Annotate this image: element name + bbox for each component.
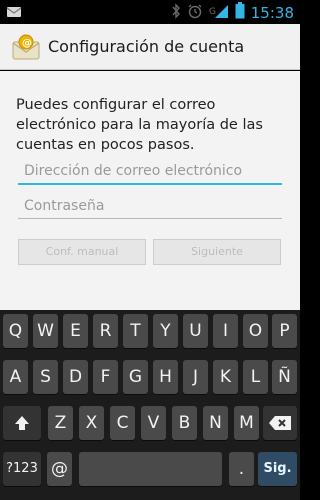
soft-keyboard: Q W E R T Y U I O P A S D F G H J K L Ñ …	[0, 310, 300, 500]
key-l[interactable]: L	[243, 360, 268, 394]
svg-text:G: G	[209, 7, 216, 17]
key-g[interactable]: G	[123, 360, 148, 394]
key-e[interactable]: E	[63, 314, 88, 348]
key-d[interactable]: D	[63, 360, 88, 394]
key-r[interactable]: R	[93, 314, 118, 348]
key-f[interactable]: F	[93, 360, 118, 394]
battery-icon	[235, 2, 245, 23]
key-m[interactable]: M	[234, 406, 259, 440]
signal-g-icon: G	[209, 3, 229, 23]
action-bar: @ Configuración de cuenta	[0, 24, 300, 70]
shift-key[interactable]	[3, 406, 41, 440]
key-u[interactable]: U	[183, 314, 208, 348]
key-o[interactable]: O	[243, 314, 268, 348]
space-key[interactable]	[79, 452, 222, 486]
key-j[interactable]: J	[183, 360, 208, 394]
status-bar: G 15:38	[0, 0, 300, 24]
status-icons: G 15:38	[171, 2, 294, 23]
keyboard-row-2: A S D F G H J K L Ñ	[0, 360, 300, 400]
key-z[interactable]: Z	[48, 406, 73, 440]
key-n[interactable]: N	[203, 406, 228, 440]
key-q[interactable]: Q	[3, 314, 28, 348]
key-y[interactable]: Y	[153, 314, 178, 348]
key-c[interactable]: C	[110, 406, 135, 440]
svg-text:@: @	[22, 38, 32, 49]
key-period[interactable]: .	[229, 452, 254, 486]
key-x[interactable]: X	[79, 406, 104, 440]
backspace-key[interactable]	[263, 406, 297, 440]
key-s[interactable]: S	[33, 360, 58, 394]
bluetooth-icon	[171, 2, 181, 23]
key-t[interactable]: T	[123, 314, 148, 348]
notification-envelope-icon	[6, 4, 22, 23]
next-button[interactable]: Siguiente	[153, 239, 281, 265]
clock: 15:38	[250, 3, 294, 22]
key-h[interactable]: H	[153, 360, 178, 394]
notification-area	[6, 4, 22, 23]
password-field[interactable]	[18, 193, 282, 219]
intro-text: Puedes configurar el correo electrónico …	[16, 97, 263, 153]
key-p[interactable]: P	[272, 314, 297, 348]
email-field[interactable]	[18, 159, 282, 185]
key-at[interactable]: @	[47, 452, 72, 486]
key-enye[interactable]: Ñ	[272, 360, 297, 394]
keyboard-row-4: ?123 @ . Sig.	[0, 452, 300, 492]
key-a[interactable]: A	[3, 360, 28, 394]
key-k[interactable]: K	[213, 360, 238, 394]
keyboard-row-3: Z X C V B N M	[0, 406, 300, 446]
symbols-key[interactable]: ?123	[3, 452, 41, 486]
page-title: Configuración de cuenta	[48, 37, 245, 56]
key-i[interactable]: I	[213, 314, 238, 348]
account-setup-panel: Puedes configurar el correo electrónico …	[0, 71, 300, 310]
next-key[interactable]: Sig.	[258, 452, 297, 486]
key-v[interactable]: V	[141, 406, 166, 440]
keyboard-row-1: Q W E R T Y U I O P	[0, 314, 300, 354]
manual-setup-button[interactable]: Conf. manual	[18, 239, 146, 265]
key-w[interactable]: W	[33, 314, 58, 348]
key-b[interactable]: B	[172, 406, 197, 440]
email-app-icon: @	[12, 34, 40, 60]
alarm-icon	[187, 3, 203, 23]
